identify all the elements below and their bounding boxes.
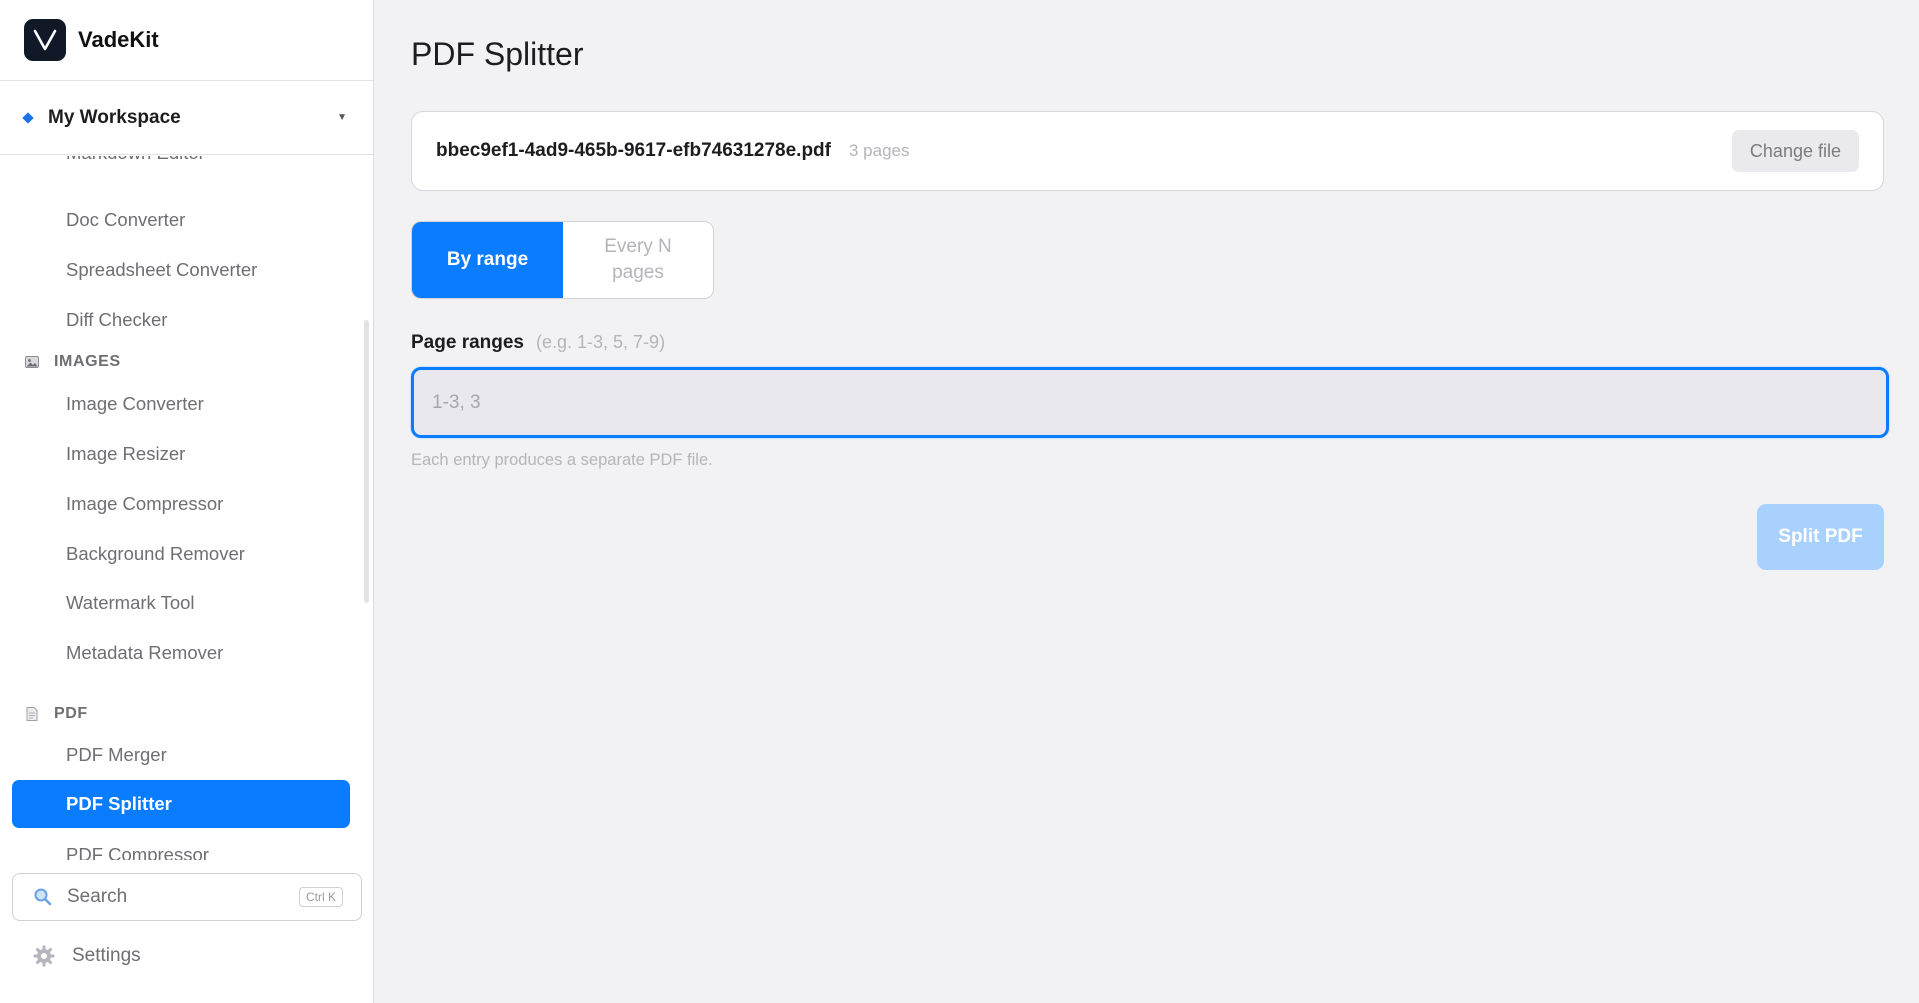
page-ranges-title: Page ranges [411, 332, 524, 353]
page-ranges-hint: (e.g. 1-3, 5, 7-9) [536, 332, 666, 352]
workspace-label: My Workspace [48, 106, 181, 128]
chevron-down-icon: ▼ [337, 112, 347, 123]
workspace-switcher[interactable]: My Workspace ▼ [0, 81, 373, 155]
file-card: bbec9ef1-4ad9-465b-9617-efb74631278e.pdf… [411, 111, 1884, 191]
split-mode-toggle: By range Every N pages [411, 221, 714, 299]
page-ranges-input[interactable] [411, 367, 1889, 438]
section-images-title: IMAGES [54, 353, 121, 370]
settings-button[interactable]: Settings [32, 940, 141, 972]
sidebar-item-metadata-remover[interactable]: Metadata Remover [66, 638, 223, 668]
change-file-button[interactable]: Change file [1731, 130, 1859, 172]
sidebar-item-label: PDF Splitter [66, 793, 172, 814]
brand[interactable]: VadeKit [0, 0, 373, 81]
page-ranges-label: Page ranges (e.g. 1-3, 5, 7-9) [411, 332, 665, 354]
split-pdf-button[interactable]: Split PDF [1757, 504, 1884, 570]
settings-label: Settings [72, 945, 141, 966]
page-title: PDF Splitter [411, 36, 584, 72]
mode-every-n-pages-button[interactable]: Every N pages [563, 222, 713, 298]
sidebar-item-pdf-compressor[interactable]: PDF Compressor [66, 840, 209, 860]
gear-icon [33, 945, 55, 967]
sidebar-item-background-remover[interactable]: Background Remover [66, 539, 245, 569]
image-icon [25, 356, 39, 368]
sidebar-item-pdf-splitter[interactable]: PDF Splitter [12, 780, 350, 828]
sidebar-item-image-converter[interactable]: Image Converter [66, 389, 204, 419]
search-label: Search [67, 886, 128, 907]
sidebar-nav[interactable]: Markdown Editor Doc Converter Spreadshee… [0, 156, 373, 860]
section-images: IMAGES [24, 353, 121, 371]
sidebar-item-image-resizer[interactable]: Image Resizer [66, 439, 185, 469]
sidebar-item-doc-converter[interactable]: Doc Converter [66, 205, 185, 235]
brand-name: VadeKit [78, 27, 159, 52]
sidebar-item-image-compressor[interactable]: Image Compressor [66, 489, 223, 519]
file-name: bbec9ef1-4ad9-465b-9617-efb74631278e.pdf [436, 140, 831, 161]
sidebar-item-pdf-merger[interactable]: PDF Merger [66, 740, 167, 770]
sidebar-scrollbar[interactable] [364, 320, 369, 603]
document-icon [26, 707, 38, 721]
sidebar-item-markdown-editor[interactable]: Markdown Editor [66, 156, 205, 168]
main-content: PDF Splitter bbec9ef1-4ad9-465b-9617-efb… [374, 0, 1919, 1003]
search-shortcut: Ctrl K [299, 887, 343, 907]
sidebar: VadeKit My Workspace ▼ Markdown Editor D… [0, 0, 374, 1003]
sidebar-item-diff-checker[interactable]: Diff Checker [66, 305, 167, 335]
file-page-count: 3 pages [848, 141, 910, 160]
workspace-diamond-icon [22, 111, 34, 124]
sidebar-item-spreadsheet-converter[interactable]: Spreadsheet Converter [66, 255, 257, 285]
search-button[interactable]: Search Ctrl K [12, 873, 362, 921]
mode-by-range-button[interactable]: By range [412, 222, 563, 298]
search-icon [34, 888, 52, 906]
sidebar-item-watermark-tool[interactable]: Watermark Tool [66, 588, 195, 618]
section-pdf-title: PDF [54, 705, 88, 722]
vadekit-logo-icon [24, 19, 66, 61]
section-pdf: PDF [24, 705, 88, 723]
page-ranges-helper: Each entry produces a separate PDF file. [411, 451, 713, 469]
